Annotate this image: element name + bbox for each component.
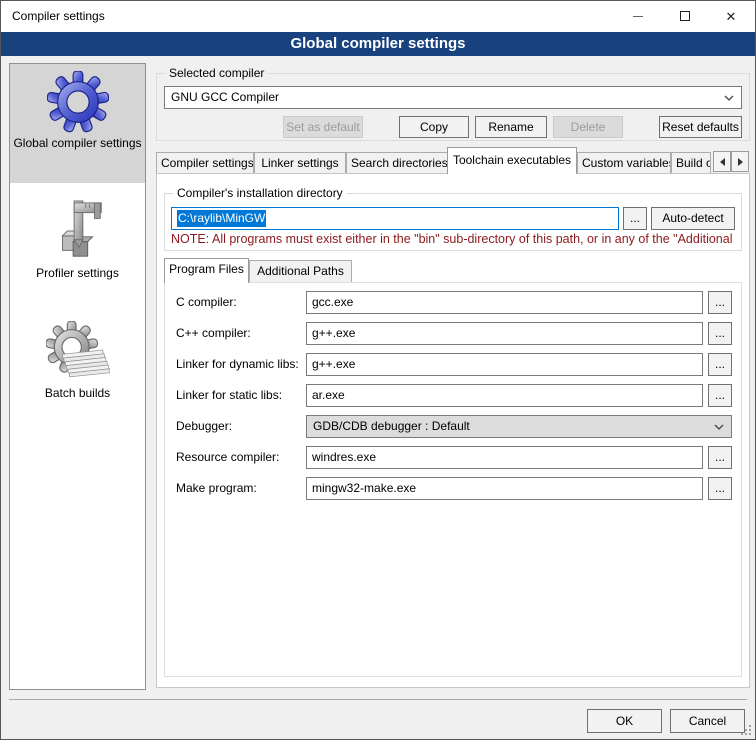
tab-linker-settings[interactable]: Linker settings <box>254 152 346 173</box>
tab-scroll-right-button[interactable] <box>731 151 749 172</box>
c-compiler-browse-button[interactable]: ... <box>708 291 732 314</box>
footer-separator <box>9 699 747 700</box>
c-compiler-label: C compiler: <box>176 291 304 314</box>
settings-category-list: Global compiler settings P <box>9 63 146 690</box>
debugger-label: Debugger: <box>176 415 304 438</box>
make-program-input[interactable]: mingw32-make.exe <box>306 477 703 500</box>
installation-directory-value: C:\raylib\MinGW <box>177 210 266 227</box>
selected-compiler-dropdown[interactable]: GNU GCC Compiler <box>164 86 742 109</box>
sidebar-item-profiler-settings[interactable]: Profiler settings <box>10 192 145 298</box>
caliper-icon <box>47 199 109 263</box>
subtab-additional-paths[interactable]: Additional Paths <box>249 260 352 282</box>
cpp-compiler-input[interactable]: g++.exe <box>306 322 703 345</box>
sidebar-item-batch-builds[interactable]: Batch builds <box>10 314 145 420</box>
arrow-left-icon <box>720 158 725 166</box>
make-program-value: mingw32-make.exe <box>312 478 698 499</box>
maximize-icon <box>680 11 690 21</box>
minimize-icon <box>633 16 643 17</box>
resource-compiler-input[interactable]: windres.exe <box>306 446 703 469</box>
copy-button[interactable]: Copy <box>399 116 469 138</box>
chevron-down-icon <box>714 424 724 430</box>
cancel-button[interactable]: Cancel <box>670 709 745 733</box>
dynamic-linker-label: Linker for dynamic libs: <box>176 353 304 376</box>
resource-compiler-browse-button[interactable]: ... <box>708 446 732 469</box>
cpp-compiler-label: C++ compiler: <box>176 322 304 345</box>
sidebar-item-label: Global compiler settings <box>10 136 145 151</box>
sidebar-item-label: Profiler settings <box>10 266 145 281</box>
debugger-dropdown[interactable]: GDB/CDB debugger : Default <box>306 415 732 438</box>
c-compiler-value: gcc.exe <box>312 292 698 313</box>
static-linker-label: Linker for static libs: <box>176 384 304 407</box>
compiler-settings-dialog: Compiler settings ✕ Global compiler sett… <box>0 0 756 740</box>
tab-compiler-settings[interactable]: Compiler settings <box>156 152 254 173</box>
resource-compiler-value: windres.exe <box>312 447 698 468</box>
arrow-right-icon <box>738 158 743 166</box>
tab-custom-variables[interactable]: Custom variables <box>577 152 671 173</box>
browse-directory-button[interactable]: ... <box>623 207 647 230</box>
auto-detect-button[interactable]: Auto-detect <box>651 207 735 230</box>
tab-build-options[interactable]: Build options <box>671 152 711 173</box>
close-icon: ✕ <box>726 10 737 23</box>
window-title: Compiler settings <box>12 1 105 32</box>
set-as-default-button[interactable]: Set as default <box>283 116 363 138</box>
dynamic-linker-browse-button[interactable]: ... <box>708 353 732 376</box>
sidebar-item-global-compiler-settings[interactable]: Global compiler settings <box>10 64 145 183</box>
make-program-label: Make program: <box>176 477 304 500</box>
installation-directory-input[interactable]: C:\raylib\MinGW <box>171 207 619 230</box>
resize-grip[interactable] <box>741 725 752 736</box>
chevron-down-icon <box>724 95 734 101</box>
static-linker-browse-button[interactable]: ... <box>708 384 732 407</box>
debugger-value: GDB/CDB debugger : Default <box>313 416 709 437</box>
static-linker-value: ar.exe <box>312 385 698 406</box>
dialog-header-title: Global compiler settings <box>1 32 755 56</box>
title-bar: Compiler settings ✕ <box>1 1 755 32</box>
selected-compiler-value: GNU GCC Compiler <box>171 87 719 108</box>
installation-note: NOTE: All programs must exist either in … <box>171 232 742 247</box>
tab-toolchain-executables[interactable]: Toolchain executables <box>447 147 577 174</box>
static-linker-input[interactable]: ar.exe <box>306 384 703 407</box>
tab-scroll-left-button[interactable] <box>713 151 731 172</box>
resource-compiler-label: Resource compiler: <box>176 446 304 469</box>
subtab-program-files[interactable]: Program Files <box>164 258 249 283</box>
selected-compiler-group-label: Selected compiler <box>165 66 268 80</box>
dialog-header: Global compiler settings <box>1 32 755 56</box>
tab-search-directories[interactable]: Search directories <box>346 152 449 173</box>
rename-button[interactable]: Rename <box>475 116 547 138</box>
gray-gear-stack-icon <box>46 321 110 383</box>
sidebar-item-label: Batch builds <box>10 386 145 401</box>
c-compiler-input[interactable]: gcc.exe <box>306 291 703 314</box>
dynamic-linker-value: g++.exe <box>312 354 698 375</box>
make-program-browse-button[interactable]: ... <box>708 477 732 500</box>
minimize-button[interactable] <box>615 1 661 31</box>
delete-button[interactable]: Delete <box>553 116 623 138</box>
cpp-compiler-value: g++.exe <box>312 323 698 344</box>
installation-directory-group-label: Compiler's installation directory <box>173 186 347 200</box>
reset-defaults-button[interactable]: Reset defaults <box>659 116 742 138</box>
close-button[interactable]: ✕ <box>708 1 754 31</box>
dynamic-linker-input[interactable]: g++.exe <box>306 353 703 376</box>
cpp-compiler-browse-button[interactable]: ... <box>708 322 732 345</box>
blue-gear-icon <box>47 71 109 133</box>
ok-button[interactable]: OK <box>587 709 662 733</box>
maximize-button[interactable] <box>662 1 708 31</box>
